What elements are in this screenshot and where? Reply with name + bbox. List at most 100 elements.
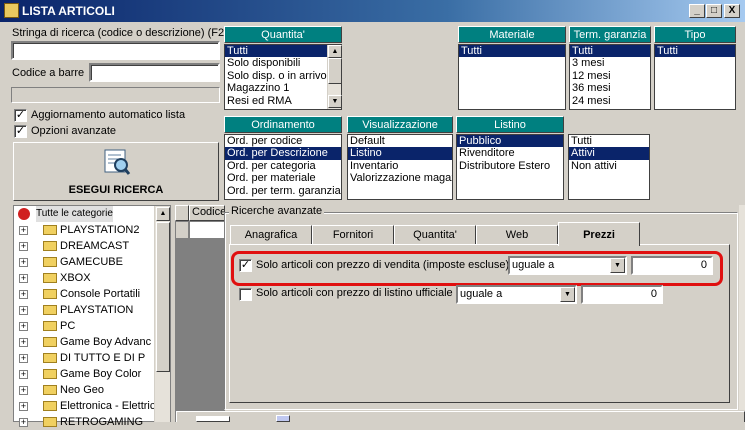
tree-item[interactable]: + RETROGAMING (14, 414, 170, 430)
tab-prezzi[interactable]: Prezzi (558, 222, 640, 246)
tree-item[interactable]: + Game Boy Advanc (14, 334, 170, 350)
tree-item[interactable]: + Neo Geo (14, 382, 170, 398)
list-item[interactable]: Ord. per materiale (225, 172, 341, 184)
list-item[interactable]: Valorizzazione magaz (348, 172, 452, 184)
expand-icon[interactable]: + (19, 226, 28, 235)
quantita-list[interactable]: Tutti Solo disponibili Solo disp. o in a… (224, 44, 342, 110)
expand-icon[interactable]: + (19, 306, 28, 315)
tree-item[interactable]: + DI TUTTO E DI P (14, 350, 170, 366)
window-scrollbar[interactable] (738, 205, 745, 410)
ordinamento-list[interactable]: Ord. per codice Ord. per Descrizione Ord… (224, 134, 342, 200)
visualizzazione-list[interactable]: Default Listino Inventario Valorizzazion… (347, 134, 453, 200)
auto-update-checkbox[interactable]: ✓ (14, 109, 27, 122)
list-item[interactable]: 36 mesi (570, 82, 650, 94)
expand-icon[interactable]: + (19, 242, 28, 251)
list-item[interactable]: Magazzino 1 (225, 82, 341, 94)
expand-icon[interactable]: + (19, 418, 28, 427)
expand-icon[interactable]: + (19, 402, 28, 411)
expand-icon[interactable]: + (19, 338, 28, 347)
price-list-operator[interactable]: uguale a ▼ (456, 285, 577, 304)
folder-icon (43, 401, 57, 411)
list-item[interactable]: Listino (348, 147, 452, 160)
strawberry-icon (18, 208, 30, 220)
tab-quantita[interactable]: Quantita' (394, 225, 476, 245)
listino-list[interactable]: Pubblico Rivenditore Distributore Estero (456, 134, 564, 200)
list-item[interactable]: Tutti (570, 45, 650, 58)
materiale-header: Materiale (458, 26, 566, 43)
maximize-button[interactable]: □ (706, 4, 722, 18)
price-list-value[interactable]: 0 (581, 285, 663, 304)
expand-icon[interactable]: + (19, 354, 28, 363)
grid-cell[interactable] (189, 221, 225, 239)
scroll-up-icon[interactable]: ▲ (156, 207, 170, 221)
tab-web[interactable]: Web (476, 225, 558, 245)
expand-icon[interactable]: + (19, 322, 28, 331)
toolbar-icon[interactable] (276, 415, 290, 422)
list-item[interactable]: Tutti (569, 135, 649, 147)
price-list-checkbox[interactable] (239, 288, 252, 301)
tree-item[interactable]: + PC (14, 318, 170, 334)
tree-item[interactable]: + Elettronica - Elettric (14, 398, 170, 414)
tree-item[interactable]: + DREAMCAST (14, 238, 170, 254)
toolbar-button[interactable] (196, 416, 230, 422)
chevron-down-icon[interactable]: ▼ (610, 258, 625, 273)
list-item[interactable]: Tutti (655, 45, 735, 58)
tree-item[interactable]: + XBOX (14, 270, 170, 286)
quantita-scrollbar[interactable]: ▲ ▼ (327, 45, 342, 109)
list-item[interactable]: 24 mesi (570, 95, 650, 107)
expand-icon[interactable]: + (19, 258, 28, 267)
materiale-list[interactable]: Tutti (458, 44, 566, 110)
expand-icon[interactable]: + (19, 386, 28, 395)
scroll-thumb[interactable] (328, 58, 342, 84)
list-item[interactable]: Default (348, 135, 452, 147)
list-item[interactable]: Solo disponibili (225, 57, 341, 69)
category-tree[interactable]: Tutte le categorie + PLAYSTATION2 + DREAMC… (13, 205, 171, 428)
list-item[interactable]: Tutti (225, 45, 341, 58)
list-item[interactable]: Tutti (459, 45, 565, 58)
chevron-down-icon[interactable]: ▼ (560, 287, 575, 302)
price-sale-operator[interactable]: uguale a ▼ (508, 256, 627, 275)
tree-item[interactable]: + Console Portatili (14, 286, 170, 302)
search-input[interactable] (11, 41, 220, 60)
list-item[interactable]: Ord. per codice (225, 135, 341, 147)
list-item[interactable]: Attivi (569, 147, 649, 160)
search-button[interactable]: ESEGUI RICERCA (13, 142, 219, 201)
close-button[interactable]: X (724, 4, 740, 18)
advanced-options-checkbox[interactable]: ✓ (14, 125, 27, 138)
expand-icon[interactable]: + (19, 290, 28, 299)
list-item[interactable]: Rivenditore (457, 147, 563, 159)
grid-column-header[interactable]: Codice (189, 205, 225, 221)
grid-corner (175, 205, 189, 221)
scroll-thumb[interactable] (156, 222, 170, 372)
list-item[interactable]: Inventario (348, 160, 452, 172)
tree-item[interactable]: + PLAYSTATION (14, 302, 170, 318)
expand-icon[interactable]: + (19, 274, 28, 283)
price-sale-value[interactable]: 0 (631, 256, 713, 275)
tipo-list[interactable]: Tutti (654, 44, 736, 110)
list-item[interactable]: Ord. per Descrizione (225, 147, 341, 160)
list-item[interactable]: Distributore Estero (457, 160, 563, 172)
expand-icon[interactable]: + (19, 370, 28, 379)
list-item[interactable]: 3 mesi (570, 57, 650, 69)
tree-item[interactable]: + Game Boy Color (14, 366, 170, 382)
list-item[interactable]: Ord. per categoria (225, 160, 341, 172)
attivi-list[interactable]: Tutti Attivi Non attivi (568, 134, 650, 200)
tab-anagrafica[interactable]: Anagrafica (230, 225, 312, 245)
barcode-input[interactable] (89, 63, 220, 82)
list-item[interactable]: Resi ed RMA (225, 95, 341, 107)
list-item[interactable]: Ord. per term. garanzia (225, 185, 341, 197)
tree-item[interactable]: + PLAYSTATION2 (14, 222, 170, 238)
price-sale-checkbox[interactable]: ✓ (239, 259, 252, 272)
tree-item[interactable]: + GAMECUBE (14, 254, 170, 270)
list-item[interactable]: 12 mesi (570, 70, 650, 82)
scroll-up-icon[interactable]: ▲ (328, 45, 342, 58)
list-item[interactable]: Solo disp. o in arrivo (225, 70, 341, 82)
tab-fornitori[interactable]: Fornitori (312, 225, 394, 245)
tree-root[interactable]: Tutte le categorie (14, 206, 170, 222)
tree-scrollbar[interactable]: ▲ (154, 206, 170, 422)
garanzia-list[interactable]: Tutti 3 mesi 12 mesi 36 mesi 24 mesi (569, 44, 651, 110)
scroll-down-icon[interactable]: ▼ (328, 95, 342, 108)
list-item[interactable]: Pubblico (457, 135, 563, 148)
list-item[interactable]: Non attivi (569, 160, 649, 172)
minimize-button[interactable]: _ (689, 4, 705, 18)
